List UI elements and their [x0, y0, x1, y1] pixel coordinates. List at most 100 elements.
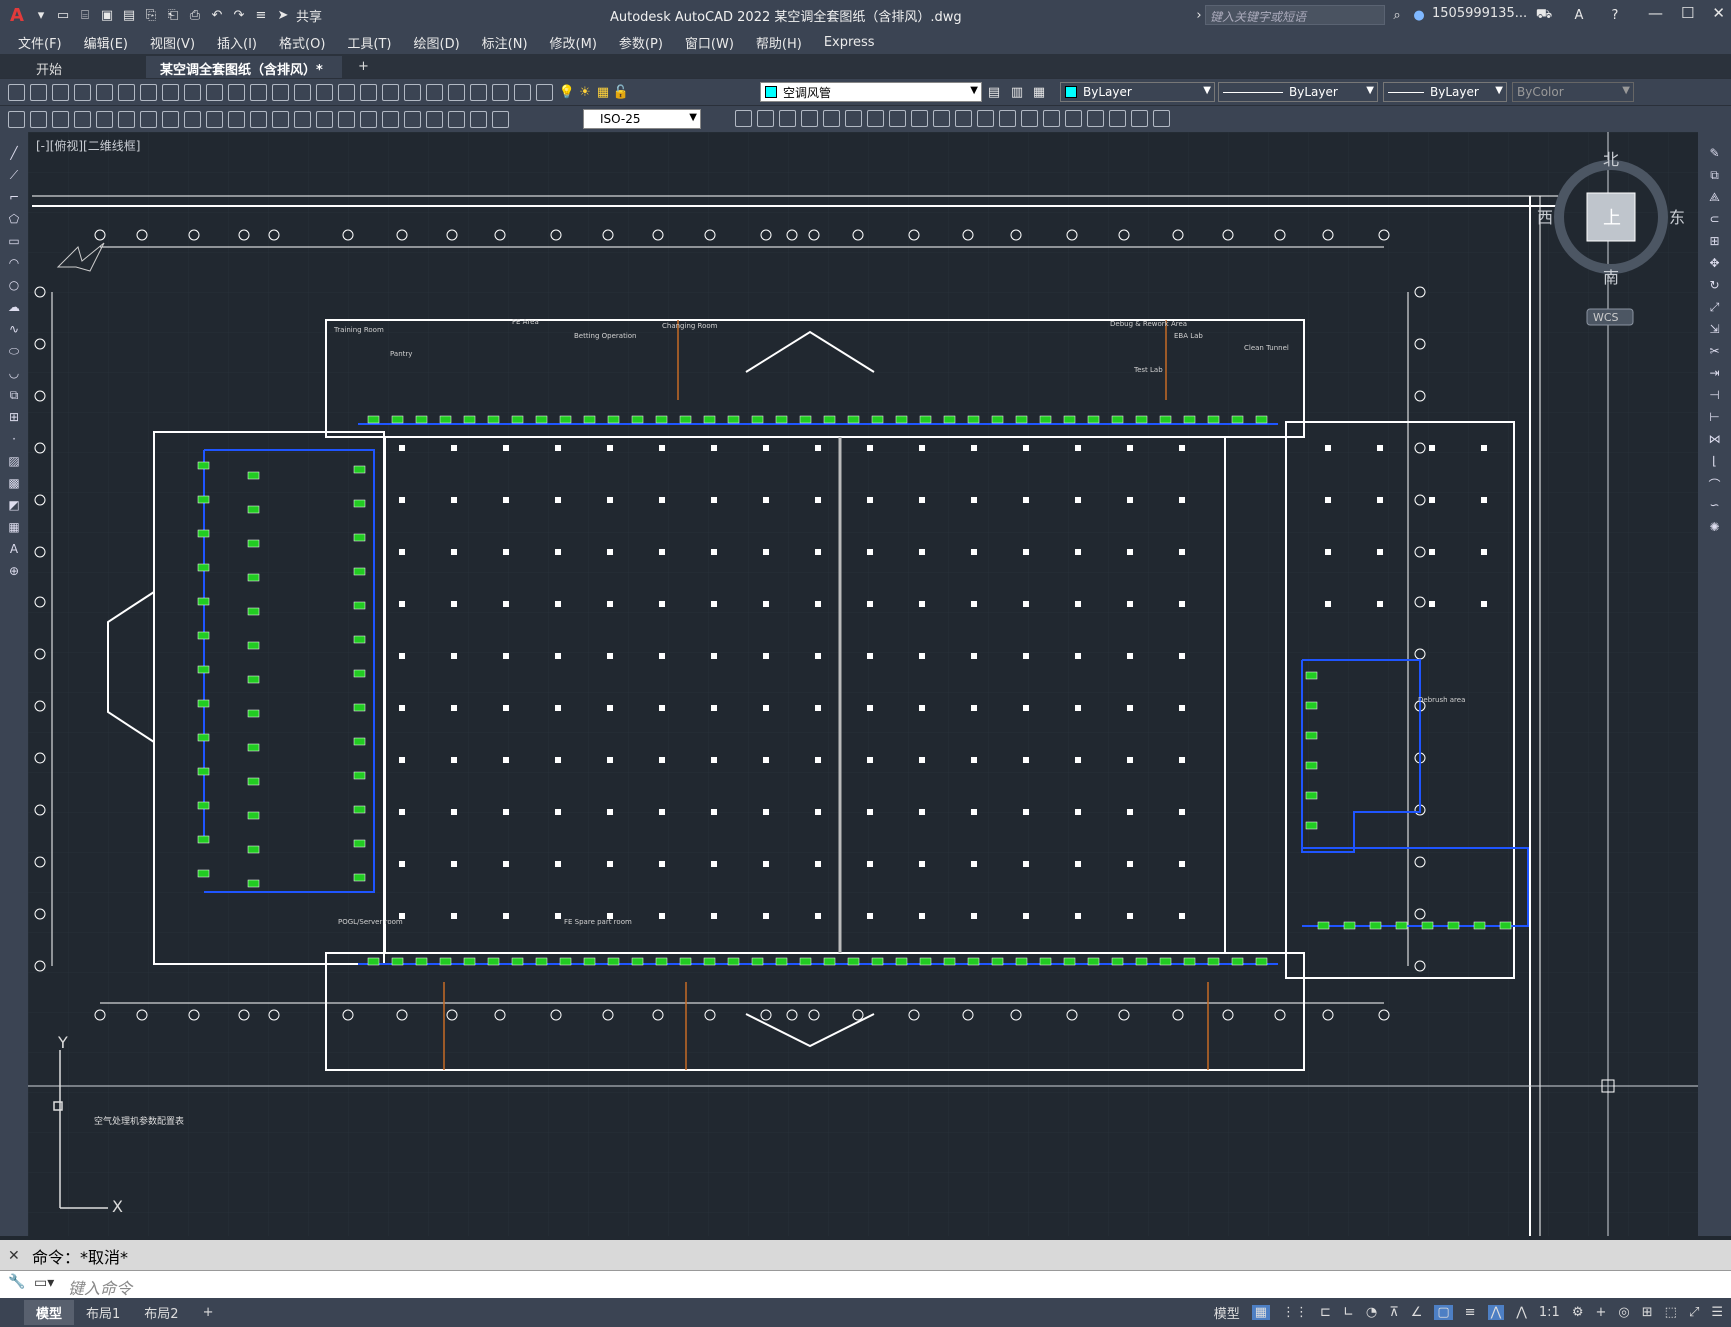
annotation-monitor-icon[interactable]: +	[1595, 1305, 1606, 1320]
break-right-icon[interactable]: ⊢	[1707, 410, 1723, 426]
zoom-window-icon[interactable]	[338, 83, 355, 101]
minimize-icon[interactable]: —	[1648, 4, 1663, 22]
tab-layout2[interactable]: 布局2	[132, 1300, 190, 1325]
hatch-left-icon[interactable]: ▨	[6, 454, 22, 470]
undo-icon[interactable]: ↶	[208, 6, 226, 24]
otrack-icon[interactable]: ▢	[1434, 1305, 1453, 1320]
cart-icon[interactable]: ⛟	[1535, 6, 1553, 24]
scale-icon[interactable]	[867, 110, 884, 127]
fillet-right-icon[interactable]: ⌒	[1707, 476, 1723, 492]
model-space-label[interactable]: 模型	[1214, 1303, 1240, 1322]
quick-dim-icon[interactable]	[250, 110, 267, 128]
continue-dim-icon[interactable]	[294, 110, 311, 128]
region-icon[interactable]: ◩	[6, 498, 22, 514]
join-icon[interactable]	[977, 110, 994, 127]
construction-line-icon[interactable]: ⟋	[6, 168, 22, 184]
annotation-scale-icon[interactable]: ⋀	[1516, 1305, 1527, 1320]
plotstyle-dropdown[interactable]: ByColor ▼	[1512, 82, 1634, 102]
3d-print-icon[interactable]	[140, 83, 157, 101]
dim-text-edit-icon[interactable]	[470, 110, 487, 128]
units-icon[interactable]: ◎	[1618, 1305, 1629, 1320]
menu-view[interactable]: 视图(V)	[150, 33, 195, 52]
snap-icon[interactable]: ⋮⋮	[1282, 1305, 1308, 1320]
calculator-icon[interactable]	[492, 83, 509, 101]
copy-icon[interactable]	[184, 83, 201, 101]
ordinate-dim-icon[interactable]	[140, 110, 157, 128]
menu-tools[interactable]: 工具(T)	[347, 33, 391, 52]
jogged-dim-icon[interactable]	[184, 110, 201, 128]
close-icon[interactable]: ✕	[1712, 4, 1725, 22]
line-icon[interactable]: ╱	[6, 146, 22, 162]
web-save-icon[interactable]: ⎗	[164, 6, 182, 24]
user-icon[interactable]: ●	[1410, 6, 1428, 24]
rotate-right-icon[interactable]: ↻	[1707, 278, 1723, 294]
redo-tb-icon[interactable]	[272, 83, 289, 101]
trim-right-icon[interactable]: ✂	[1707, 344, 1723, 360]
layer-state-icon[interactable]: ▦	[1030, 83, 1048, 101]
menu-express[interactable]: Express	[824, 35, 875, 50]
menu-insert[interactable]: 插入(I)	[217, 33, 257, 52]
chamfer-icon[interactable]	[999, 110, 1016, 127]
diameter-dim-icon[interactable]	[206, 110, 223, 128]
stretch-icon[interactable]	[889, 110, 906, 127]
tolerance-icon[interactable]	[360, 110, 377, 128]
extend-right-icon[interactable]: ⇥	[1707, 366, 1723, 382]
properties-icon[interactable]	[382, 83, 399, 101]
eraser-icon[interactable]: ✎	[1707, 146, 1723, 162]
osnap-icon[interactable]: ∠	[1411, 1305, 1423, 1320]
lightbulb-icon[interactable]: 💡	[558, 83, 576, 101]
spline-icon[interactable]: ∿	[6, 322, 22, 338]
open-file-icon[interactable]: ⌸	[76, 6, 94, 24]
layer-tool-2-icon[interactable]	[30, 110, 47, 128]
share-label[interactable]: 共享	[296, 6, 322, 25]
quick-properties-icon[interactable]: ⊞	[1642, 1305, 1653, 1320]
autodesk-app-icon[interactable]: A	[1570, 6, 1588, 24]
mirror-right-icon[interactable]: ⟁	[1707, 190, 1723, 206]
offset-icon[interactable]	[779, 110, 796, 127]
insert-block-icon[interactable]: ⧉	[6, 388, 22, 404]
linetype-dropdown[interactable]: ByLayer ▼	[1218, 82, 1378, 102]
viewport-label[interactable]: [-][俯视][二维线框]	[36, 137, 140, 154]
explode-right-icon[interactable]: ✺	[1707, 520, 1723, 536]
chamfer-right-icon[interactable]: ⌊	[1707, 454, 1723, 470]
menu-parametric[interactable]: 参数(P)	[619, 33, 663, 52]
isodraft-icon[interactable]: ⊼	[1389, 1305, 1399, 1320]
sheet-set-icon[interactable]	[448, 83, 465, 101]
annotation-scale-value[interactable]: 1:1	[1539, 1305, 1560, 1320]
ortho-icon[interactable]: ∟	[1343, 1305, 1354, 1320]
pan-icon[interactable]	[294, 83, 311, 101]
break-icon[interactable]	[955, 110, 972, 127]
cut-icon[interactable]	[162, 83, 179, 101]
mirror-icon[interactable]	[757, 110, 774, 127]
jogged-linear-icon[interactable]	[426, 110, 443, 128]
drawing-canvas[interactable]: Y X 空气处理机参数配置表 上 北 南 西 东 WCS Training Ro…	[28, 132, 1698, 1236]
new-icon[interactable]	[8, 83, 25, 101]
block-make-icon[interactable]	[1109, 110, 1126, 127]
dim-edit-icon[interactable]	[448, 110, 465, 128]
web-open-icon[interactable]: ⎘	[142, 6, 160, 24]
add-layout-button[interactable]: +	[191, 1302, 226, 1323]
customize-icon[interactable]: ≡	[252, 6, 270, 24]
infer-constraints-icon[interactable]: ⊏	[1320, 1305, 1331, 1320]
save-icon[interactable]: ▣	[98, 6, 116, 24]
circle-icon[interactable]: ○	[6, 278, 22, 294]
command-wrench-icon[interactable]: 🔧	[8, 1274, 25, 1290]
gradient-left-icon[interactable]: ▩	[6, 476, 22, 492]
arc-icon[interactable]: ◠	[6, 256, 22, 272]
save-tb-icon[interactable]	[52, 83, 69, 101]
offset-right-icon[interactable]: ⊂	[1707, 212, 1723, 228]
grid-icon[interactable]: ▦	[1251, 1305, 1271, 1320]
stretch-right-icon[interactable]: ⇲	[1707, 322, 1723, 338]
break-point-icon[interactable]: ⊣	[1707, 388, 1723, 404]
markup-icon[interactable]	[470, 83, 487, 101]
help-icon[interactable]: ?	[1606, 6, 1624, 24]
angular-dim-icon[interactable]	[228, 110, 245, 128]
menu-edit[interactable]: 编辑(E)	[84, 33, 128, 52]
ellipse-icon[interactable]: ⬭	[6, 344, 22, 360]
space-dim-icon[interactable]	[316, 110, 333, 128]
lineweight-dropdown[interactable]: ByLayer ▼	[1383, 82, 1507, 102]
polyline-icon[interactable]: ⌐	[6, 190, 22, 206]
publish-icon[interactable]	[118, 83, 135, 101]
undo-tb-icon[interactable]	[250, 83, 267, 101]
color-dropdown[interactable]: ByLayer ▼	[1060, 82, 1215, 102]
